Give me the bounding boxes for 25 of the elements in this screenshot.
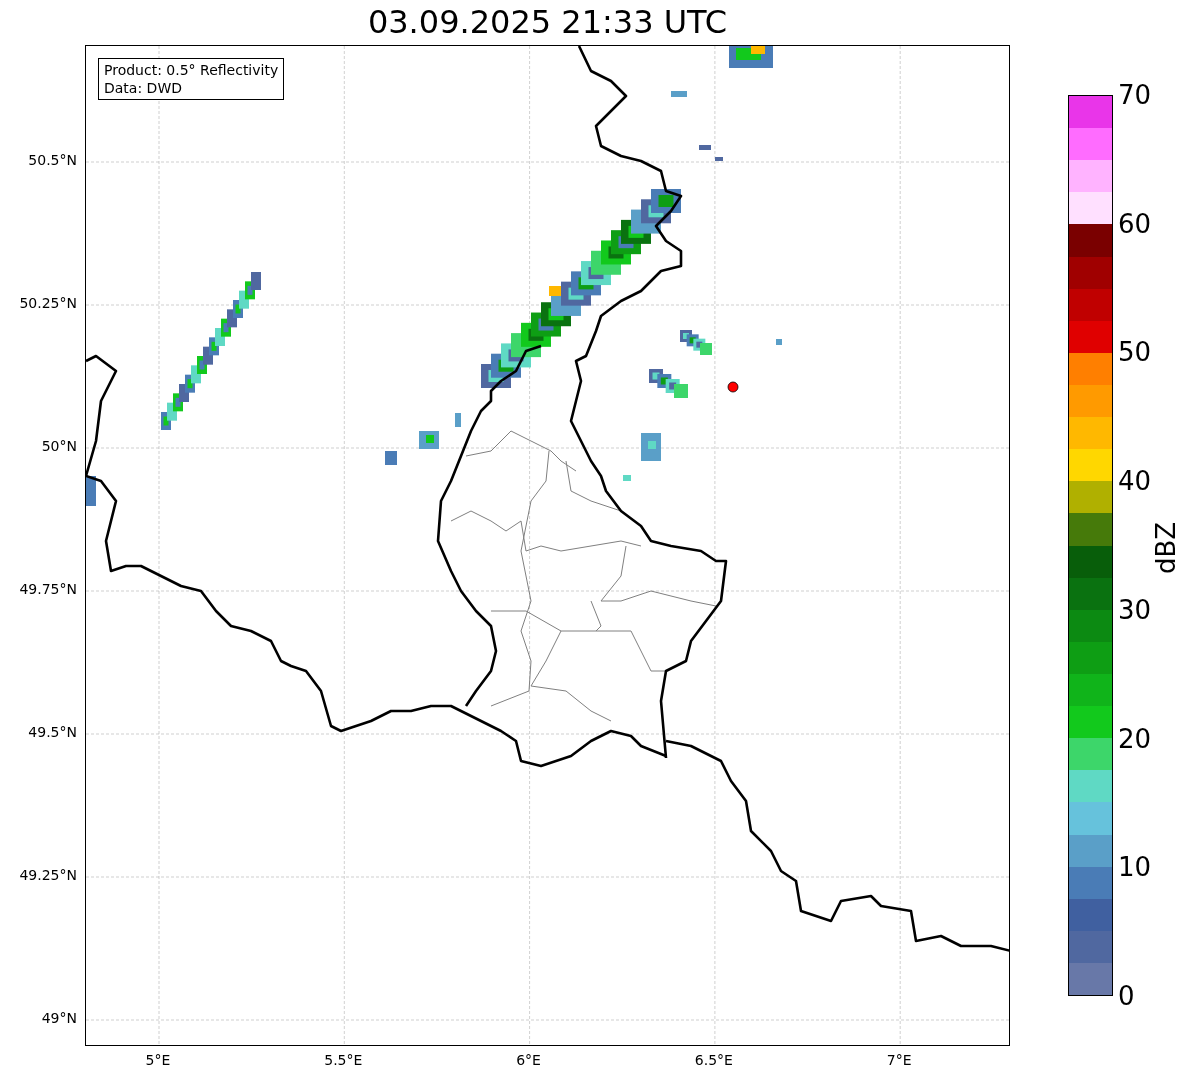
longitude-label: 5.5°E <box>324 1052 363 1068</box>
longitude-label: 5°E <box>145 1052 171 1068</box>
colorbar-tick-label: 70 <box>1118 80 1152 110</box>
latitude-label: 50.5°N <box>28 152 77 168</box>
longitude-label: 6.5°E <box>694 1052 733 1068</box>
colorbar-tick-label: 30 <box>1118 594 1152 625</box>
colorbar-tick-label: 60 <box>1118 208 1152 239</box>
longitude-label: 6°E <box>516 1052 541 1068</box>
legend-text: Product: 0.5° Reflectivity <box>104 61 279 79</box>
latitude-label: 50°N <box>41 438 77 454</box>
latitude-label: 49.25°N <box>19 867 77 883</box>
latitude-label: 50.25°N <box>19 295 77 311</box>
latitude-label: 49°N <box>41 1010 77 1026</box>
colorbar-tick-label: 0 <box>1118 981 1135 1011</box>
chart-title: 03.09.2025 21:33 UTC <box>367 2 728 43</box>
longitude-label: 7°E <box>886 1052 912 1068</box>
colorbar-label: dBZ <box>1151 521 1181 575</box>
location-marker <box>727 381 739 393</box>
latitude-label: 49.5°N <box>28 724 77 740</box>
latitude-label: 49.75°N <box>19 581 77 597</box>
colorbar-tick-label: 20 <box>1118 723 1152 754</box>
colorbar-tick-label: 50 <box>1118 337 1152 368</box>
colorbar-tick-label: 40 <box>1118 466 1152 497</box>
legend-text: Data: DWD <box>104 79 183 97</box>
colorbar-tick-label: 10 <box>1118 852 1152 883</box>
